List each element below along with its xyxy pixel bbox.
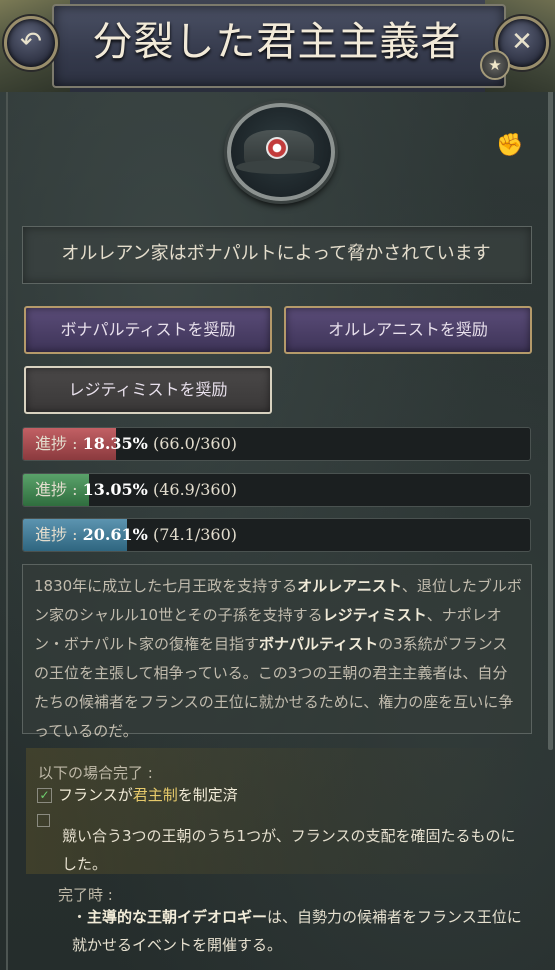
subtitle-text: オルレアン家はボナパルトによって脅かされています <box>61 243 491 264</box>
close-icon: ✕ <box>511 27 533 57</box>
cockade-icon <box>266 137 288 159</box>
description-text: 1830年に成立した七月王政を支持するオルレアニスト、退位したブルボン家のシャル… <box>34 577 522 740</box>
favorite-star-button[interactable]: ★ <box>480 50 510 80</box>
progress-bar-orleanist: 進捗 : 20.61% (74.1/360) <box>22 518 531 552</box>
conditions-header: 以下の場合完了 : <box>38 764 153 782</box>
raised-fist-icon[interactable]: ✊ <box>496 133 523 159</box>
checkbox-checked-icon: ✓ <box>37 788 52 803</box>
panel-frame <box>6 90 8 970</box>
hat-brim <box>236 160 320 174</box>
progress-bar-bonapartist: 進捗 : 18.35% (66.0/360) <box>22 427 531 461</box>
progress-label: 進捗 : 13.05% (46.9/360) <box>35 480 238 499</box>
on-complete-header: 完了時 : <box>58 886 113 904</box>
progress-bar-legitimist: 進捗 : 13.05% (46.9/360) <box>22 473 531 507</box>
checkbox-empty-icon <box>37 814 50 827</box>
back-arrow-icon: ↶ <box>20 27 42 57</box>
page-title: 分裂した君主主義者 <box>92 19 462 65</box>
encourage-legitimists-button[interactable]: レジティミストを奨励 <box>24 366 272 414</box>
progress-label: 進捗 : 18.35% (66.0/360) <box>35 434 238 453</box>
on-complete-text: ・主導的な王朝イデオロギーは、自勢力の候補者をフランス王位に就かせるイベントを開… <box>72 908 522 954</box>
encourage-bonapartists-button[interactable]: ボナパルティストを奨励 <box>24 306 272 354</box>
progress-label: 進捗 : 20.61% (74.1/360) <box>35 525 238 544</box>
encourage-orleanists-button[interactable]: オルレアニストを奨励 <box>284 306 532 354</box>
condition-dynasty: 競い合う3つの王朝のうち1つが、フランスの支配を確固たるものにした。 <box>62 827 516 873</box>
scrollbar[interactable] <box>548 90 553 750</box>
condition-monarchy: フランスが君主制を制定済 <box>58 786 238 804</box>
back-button[interactable]: ↶ <box>4 16 58 70</box>
star-icon: ★ <box>488 56 502 74</box>
